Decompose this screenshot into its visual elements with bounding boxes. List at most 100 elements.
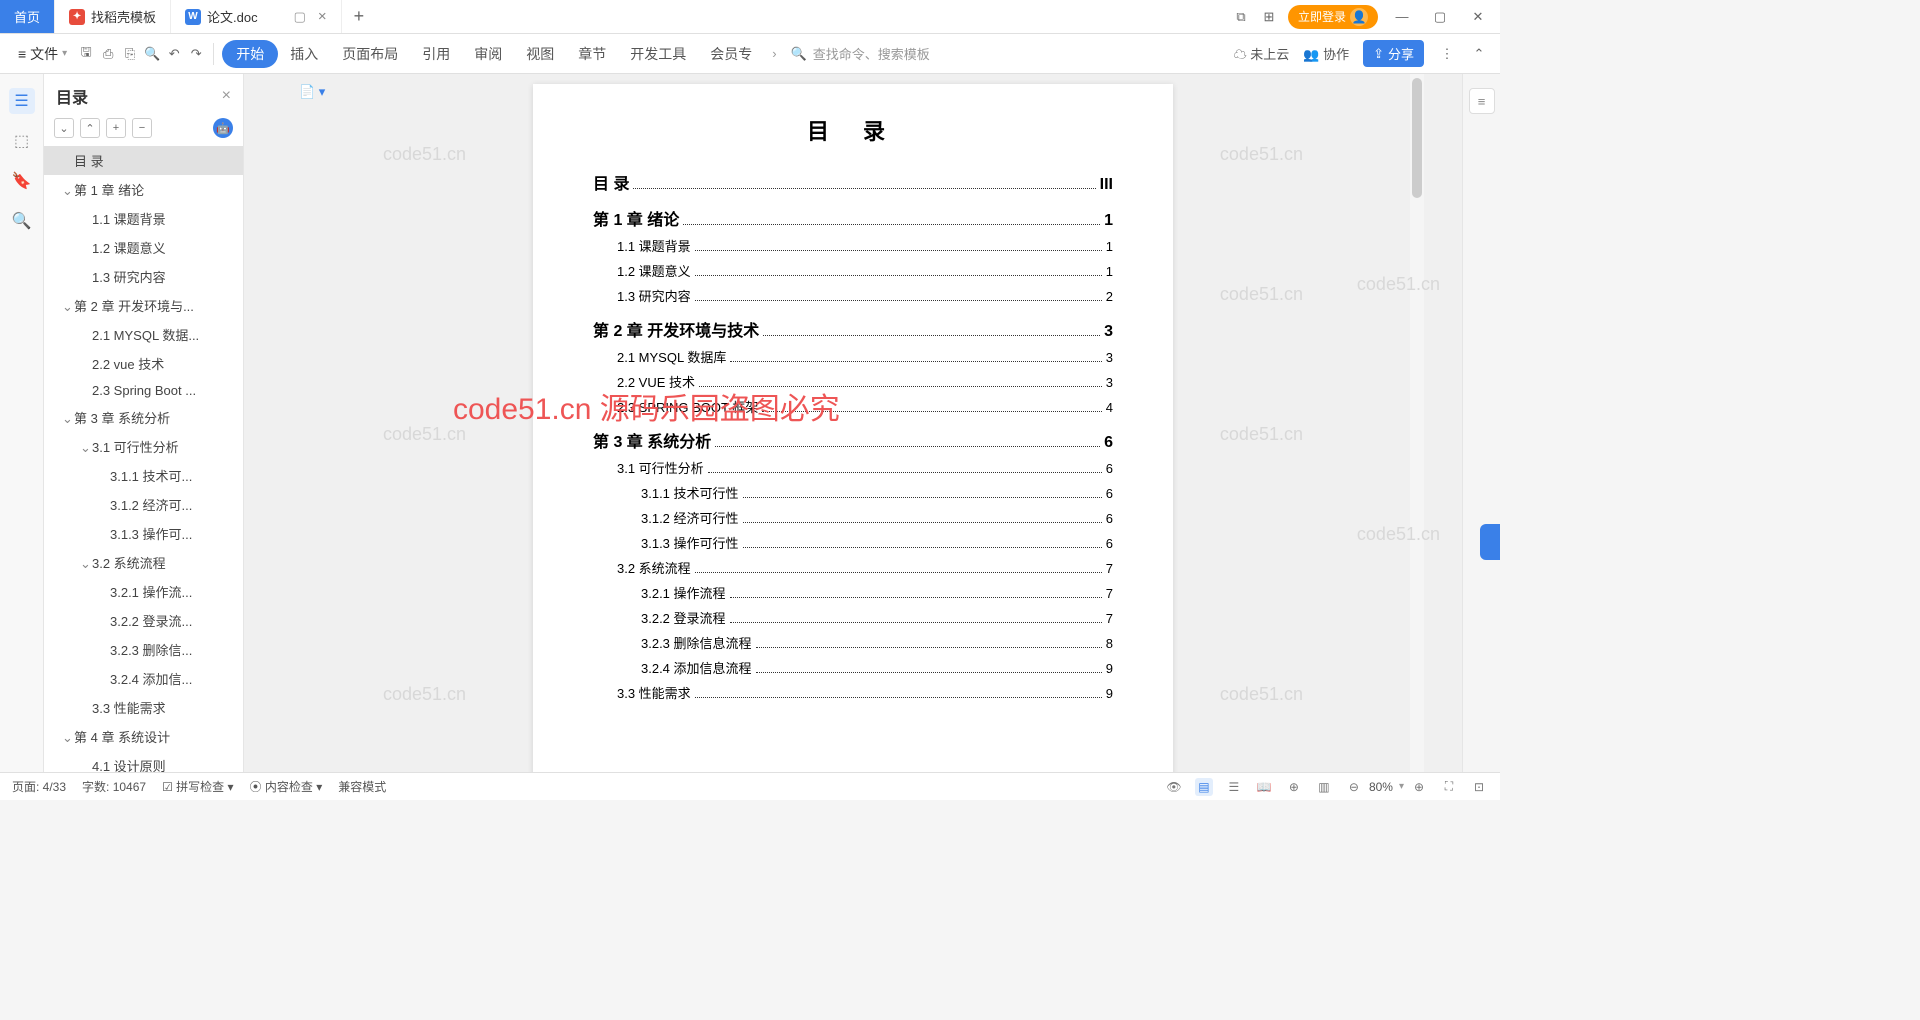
compat-mode[interactable]: 兼容模式	[338, 778, 386, 795]
ribbon-tab-1[interactable]: 插入	[278, 38, 330, 70]
content-check[interactable]: ⦿ 内容检查 ▾	[250, 778, 323, 795]
toc-row: 3.3 性能需求9	[593, 683, 1113, 702]
outline-item[interactable]: 3.2.4 添加信...	[44, 664, 243, 693]
coop-button[interactable]: 👥 协作	[1303, 44, 1349, 63]
ribbon-tab-8[interactable]: 会员专	[698, 38, 764, 70]
zoom-out-icon[interactable]: ⊖	[1345, 778, 1363, 796]
layout-icon[interactable]: ⎙	[99, 45, 117, 63]
expand-all-icon[interactable]: ⌃	[80, 118, 100, 138]
outline-item[interactable]: 3.2.3 删除信...	[44, 635, 243, 664]
ribbon-tab-7[interactable]: 开发工具	[618, 38, 698, 70]
cloud-status[interactable]: ☁ 未上云	[1234, 44, 1290, 63]
outline-item[interactable]: 1.3 研究内容	[44, 262, 243, 291]
watermark-bg: code51.cn	[1220, 684, 1303, 705]
outline-item[interactable]: 2.3 Spring Boot ...	[44, 378, 243, 403]
print-icon[interactable]: ⎘	[121, 45, 139, 63]
side-tab-icon[interactable]	[1480, 524, 1500, 560]
toc-row: 3.2.2 登录流程7	[593, 608, 1113, 627]
zoom-dropdown-icon[interactable]: ▾	[1399, 781, 1404, 792]
toc-row: 1.3 研究内容2	[593, 286, 1113, 305]
outline-item[interactable]: 3.3 性能需求	[44, 693, 243, 722]
ribbon-tab-6[interactable]: 章节	[566, 38, 618, 70]
outline-item[interactable]: 2.2 vue 技术	[44, 349, 243, 378]
outline-item[interactable]: 1.1 课题背景	[44, 204, 243, 233]
toolbar-right: ☁ 未上云 👥 协作 ⇪分享 ⋮ ⌃	[1234, 40, 1488, 67]
redo-icon[interactable]: ↷	[187, 45, 205, 63]
menu-button[interactable]: ≡ 文件 ▾	[12, 40, 73, 68]
ribbon-tab-4[interactable]: 审阅	[462, 38, 514, 70]
bookmark-icon[interactable]: 🔖	[9, 168, 35, 194]
ribbon-tab-3[interactable]: 引用	[410, 38, 462, 70]
maximize-button[interactable]: ▢	[1426, 0, 1454, 33]
page-indicator[interactable]: 页面: 4/33	[12, 778, 66, 795]
page-action-icon[interactable]: 📄 ▾	[299, 84, 325, 100]
outline-item[interactable]: ⌄第 2 章 开发环境与...	[44, 291, 243, 320]
settings-icon[interactable]: ⊡	[1470, 778, 1488, 796]
watermark-bg: code51.cn	[1220, 424, 1303, 445]
layout-icon[interactable]: ⧉	[1232, 8, 1250, 26]
outline-item[interactable]: 目 录	[44, 146, 243, 175]
ribbon-tab-0[interactable]: 开始	[222, 40, 278, 68]
save-icon[interactable]: 🖫	[77, 45, 95, 63]
outline-item[interactable]: 1.2 课题意义	[44, 233, 243, 262]
kebab-icon[interactable]: ⋮	[1438, 45, 1456, 63]
close-panel-icon[interactable]: ×	[222, 87, 231, 105]
document-area[interactable]: 📄 ▾ code51.cn code51.cn code51.cn code51…	[244, 74, 1462, 772]
spell-check[interactable]: ☑ 拼写检查 ▾	[162, 778, 233, 795]
read-view-icon[interactable]: 📖	[1255, 778, 1273, 796]
outline-item[interactable]: 3.2.2 登录流...	[44, 606, 243, 635]
fullscreen-icon[interactable]: ⛶	[1440, 778, 1458, 796]
outline-item[interactable]: 3.1.1 技术可...	[44, 461, 243, 490]
new-tab-button[interactable]: +	[342, 0, 377, 33]
ribbon-tab-5[interactable]: 视图	[514, 38, 566, 70]
apps-icon[interactable]: ⊞	[1260, 8, 1278, 26]
outline-item[interactable]: ⌄第 4 章 系统设计	[44, 722, 243, 751]
outline-view-icon[interactable]: ☰	[1225, 778, 1243, 796]
share-button[interactable]: ⇪分享	[1363, 40, 1424, 67]
tab-document[interactable]: W 论文.doc ▢ ×	[171, 0, 342, 33]
outline-item[interactable]: 4.1 设计原则	[44, 751, 243, 772]
close-button[interactable]: ✕	[1464, 0, 1492, 33]
minimize-button[interactable]: —	[1388, 0, 1416, 33]
preview-icon[interactable]: 🔍	[143, 45, 161, 63]
more-tabs-icon[interactable]: ›	[772, 46, 776, 61]
undo-icon[interactable]: ↶	[165, 45, 183, 63]
ai-assist-icon[interactable]: 🤖	[213, 118, 233, 138]
tab-dup-icon[interactable]: ▢	[294, 9, 306, 25]
outline-item[interactable]: 3.2.1 操作流...	[44, 577, 243, 606]
zoom-level[interactable]: 80%	[1369, 780, 1393, 794]
outline-item[interactable]: ⌄3.2 系统流程	[44, 548, 243, 577]
expand-right-icon[interactable]: ≡	[1469, 88, 1495, 114]
outline-header: 目录 ×	[44, 74, 243, 114]
collapse-all-icon[interactable]: ⌄	[54, 118, 74, 138]
outline-item[interactable]: 3.1.3 操作可...	[44, 519, 243, 548]
remove-icon[interactable]: −	[132, 118, 152, 138]
web-view-icon[interactable]: ⊕	[1285, 778, 1303, 796]
scrollbar-track[interactable]	[1410, 74, 1424, 772]
close-icon[interactable]: ×	[318, 8, 327, 25]
outline-item[interactable]: 2.1 MYSQL 数据...	[44, 320, 243, 349]
search-panel-icon[interactable]: 🔍	[9, 208, 35, 234]
outline-icon[interactable]: ☰	[9, 88, 35, 114]
tab-home[interactable]: 首页	[0, 0, 55, 33]
outline-item[interactable]: 3.1.2 经济可...	[44, 490, 243, 519]
separator	[213, 43, 214, 65]
tab-template[interactable]: ✦ 找稻壳模板	[55, 0, 171, 33]
split-view-icon[interactable]: ▥	[1315, 778, 1333, 796]
zoom-in-icon[interactable]: ⊕	[1410, 778, 1428, 796]
page-view-icon[interactable]: ▤	[1195, 778, 1213, 796]
scrollbar-thumb[interactable]	[1412, 78, 1422, 198]
ribbon-tab-2[interactable]: 页面布局	[330, 38, 410, 70]
command-search[interactable]: 🔍 查找命令、搜索模板	[791, 44, 1091, 63]
nav-icon[interactable]: ⬚	[9, 128, 35, 154]
eye-icon[interactable]: 👁	[1165, 778, 1183, 796]
add-icon[interactable]: +	[106, 118, 126, 138]
outline-item[interactable]: ⌄3.1 可行性分析	[44, 432, 243, 461]
toc-row: 3.1 可行性分析6	[593, 458, 1113, 477]
outline-item[interactable]: ⌄第 1 章 绪论	[44, 175, 243, 204]
outline-item[interactable]: ⌄第 3 章 系统分析	[44, 403, 243, 432]
toc-row: 3.1.1 技术可行性6	[593, 483, 1113, 502]
login-button[interactable]: 立即登录 👤	[1288, 5, 1378, 29]
collapse-ribbon-icon[interactable]: ⌃	[1470, 45, 1488, 63]
word-count[interactable]: 字数: 10467	[82, 778, 146, 795]
